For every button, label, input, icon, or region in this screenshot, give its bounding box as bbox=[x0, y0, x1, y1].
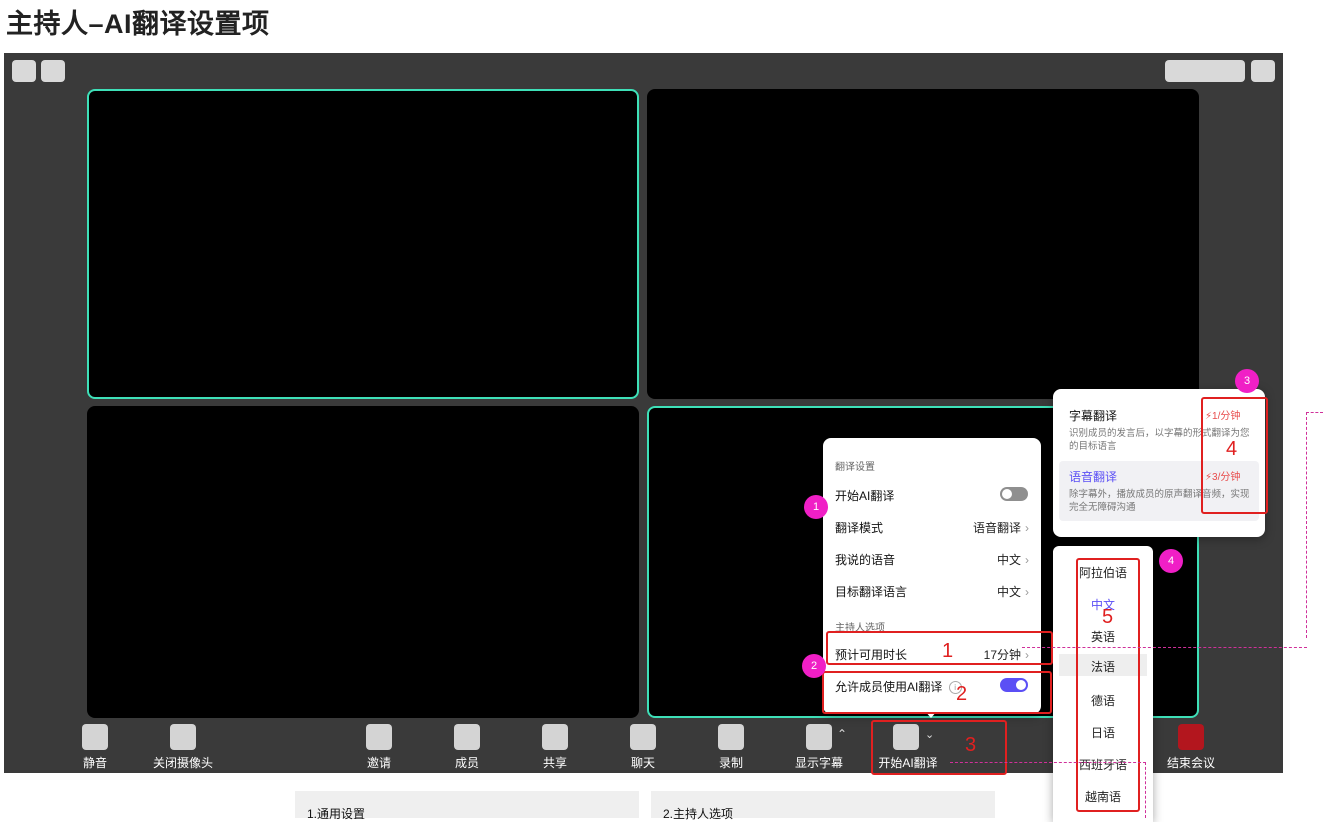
connector-line bbox=[1306, 412, 1323, 638]
subtitles-icon bbox=[806, 724, 832, 750]
chevron-right-icon: › bbox=[1025, 585, 1029, 599]
top-right-button[interactable] bbox=[1251, 60, 1275, 82]
footer-host-title: 2.主持人选项 bbox=[663, 807, 734, 821]
invite-button[interactable]: 邀请 bbox=[354, 724, 404, 771]
connector-line bbox=[1145, 762, 1147, 818]
annotation-number: 5 bbox=[1102, 606, 1114, 628]
end-call-icon bbox=[1178, 724, 1204, 750]
start-ai-toggle[interactable] bbox=[1000, 487, 1028, 501]
top-right-control[interactable] bbox=[1165, 60, 1245, 82]
marker-badge: 1 bbox=[804, 495, 828, 519]
target-language-label: 目标翻译语言 bbox=[835, 585, 908, 599]
my-language-value-wrap: 中文 › bbox=[997, 551, 1029, 568]
share-label: 共享 bbox=[542, 756, 567, 770]
camera-off-button[interactable]: 关闭摄像头 bbox=[148, 724, 218, 771]
my-language-label: 我说的语音 bbox=[835, 553, 896, 567]
connector-line bbox=[950, 762, 1146, 764]
marker-badge: 2 bbox=[802, 654, 826, 678]
connector-line bbox=[1022, 637, 1307, 648]
voice-mode-title[interactable]: 语音翻译 bbox=[1069, 468, 1117, 485]
end-meeting-button[interactable]: 结束会议 bbox=[1164, 724, 1218, 771]
members-label: 成员 bbox=[454, 756, 479, 770]
invite-label: 邀请 bbox=[366, 756, 391, 770]
share-icon bbox=[542, 724, 568, 750]
invite-icon bbox=[366, 724, 392, 750]
camera-icon bbox=[170, 724, 196, 750]
target-language-row[interactable]: 目标翻译语言 中文 › bbox=[835, 583, 1029, 600]
footer-column-general: 1.通用设置 bbox=[295, 791, 639, 821]
end-meeting-label: 结束会议 bbox=[1166, 756, 1215, 770]
annotation-number: 3 bbox=[965, 734, 977, 756]
footer-general-title: 1.通用设置 bbox=[307, 807, 366, 821]
annotation-box-ai-translate bbox=[871, 720, 1007, 775]
microphone-icon bbox=[82, 724, 108, 750]
target-language-value: 中文 bbox=[996, 585, 1021, 599]
chat-label: 聊天 bbox=[630, 756, 655, 770]
annotation-number: 4 bbox=[1226, 438, 1238, 460]
camera-off-label: 关闭摄像头 bbox=[152, 756, 213, 770]
video-tile[interactable] bbox=[87, 89, 639, 399]
start-ai-label: 开始AI翻译 bbox=[835, 489, 895, 503]
members-icon bbox=[454, 724, 480, 750]
members-button[interactable]: 成员 bbox=[442, 724, 492, 771]
subtitles-label: 显示字幕 bbox=[794, 756, 843, 770]
my-language-row[interactable]: 我说的语音 中文 › bbox=[835, 551, 1029, 568]
mode-value-wrap: 语音翻译 › bbox=[973, 519, 1029, 536]
annotation-number: 1 bbox=[942, 640, 954, 662]
target-language-value-wrap: 中文 › bbox=[997, 583, 1029, 600]
footer-column-host: 2.主持人选项 bbox=[651, 791, 995, 821]
settings-section-title: 翻译设置 bbox=[835, 462, 875, 473]
annotation-box-languages bbox=[1076, 558, 1140, 812]
mute-button[interactable]: 静音 bbox=[70, 724, 120, 771]
window-control-button[interactable] bbox=[12, 60, 36, 82]
chevron-up-icon[interactable]: ⌃ bbox=[837, 727, 847, 741]
mode-label: 翻译模式 bbox=[835, 521, 884, 535]
record-label: 录制 bbox=[718, 756, 743, 770]
page-title: 主持人–AI翻译设置项 bbox=[6, 9, 270, 39]
chevron-right-icon: › bbox=[1025, 521, 1029, 535]
my-language-value: 中文 bbox=[996, 553, 1021, 567]
marker-badge: 3 bbox=[1235, 369, 1259, 393]
annotation-box-allow-members bbox=[822, 671, 1052, 714]
mode-row[interactable]: 翻译模式 语音翻译 › bbox=[835, 519, 1029, 536]
chat-button[interactable]: 聊天 bbox=[618, 724, 668, 771]
annotation-box-estimated-time bbox=[826, 631, 1053, 665]
marker-badge: 4 bbox=[1159, 549, 1183, 573]
toggle-knob bbox=[1002, 489, 1012, 499]
annotation-number: 2 bbox=[956, 683, 968, 705]
video-tile[interactable] bbox=[647, 89, 1199, 399]
chat-icon bbox=[630, 724, 656, 750]
share-button[interactable]: 共享 bbox=[530, 724, 580, 771]
mute-label: 静音 bbox=[82, 756, 107, 770]
video-tile[interactable] bbox=[87, 406, 639, 718]
window-control-button[interactable] bbox=[41, 60, 65, 82]
record-icon bbox=[718, 724, 744, 750]
record-button[interactable]: 录制 bbox=[706, 724, 756, 771]
subtitle-mode-title[interactable]: 字幕翻译 bbox=[1069, 407, 1117, 424]
chevron-right-icon: › bbox=[1025, 553, 1029, 567]
mode-value: 语音翻译 bbox=[972, 521, 1021, 535]
